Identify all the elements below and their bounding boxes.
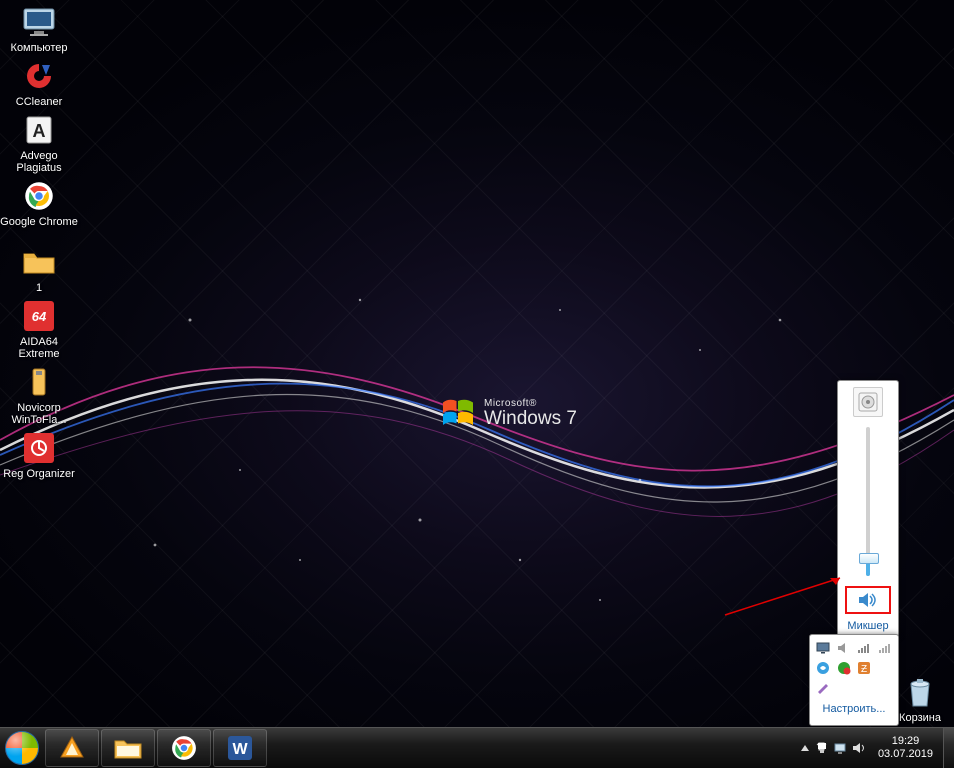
taskbar-app-word[interactable]: W bbox=[213, 729, 267, 767]
taskbar-app-explorer[interactable] bbox=[101, 729, 155, 767]
volume-mixer-link[interactable]: Микшер bbox=[847, 620, 888, 632]
desktop-icon-ccleaner[interactable]: CCleaner bbox=[0, 58, 78, 108]
desktop-icon-regorg[interactable]: Reg Organizer bbox=[0, 430, 78, 480]
tray-network-icon[interactable] bbox=[832, 728, 850, 768]
desktop-icon-chrome[interactable]: Google Chrome bbox=[0, 178, 78, 228]
ccleaner-icon bbox=[21, 58, 57, 94]
wintoflash-icon bbox=[21, 364, 57, 400]
advego-icon: A bbox=[21, 112, 57, 148]
icon-label: Компьютер bbox=[0, 42, 78, 54]
speaker-icon bbox=[858, 592, 878, 608]
icon-label: Advego Plagiatus bbox=[0, 150, 78, 174]
volume-flyout: Микшер bbox=[837, 380, 899, 637]
tray-item-app4[interactable] bbox=[814, 679, 833, 697]
icon-label: CCleaner bbox=[0, 96, 78, 108]
tray-item-volume[interactable] bbox=[835, 639, 854, 657]
volume-slider[interactable] bbox=[866, 427, 870, 576]
chrome-icon bbox=[21, 178, 57, 214]
windows-orb-icon bbox=[5, 731, 39, 765]
desktop-icon-advego[interactable]: A Advego Plagiatus bbox=[0, 112, 78, 174]
show-desktop-button[interactable] bbox=[943, 728, 954, 768]
clock-date: 03.07.2019 bbox=[878, 748, 933, 761]
tray-item-signal[interactable] bbox=[876, 639, 895, 657]
computer-icon bbox=[21, 4, 57, 40]
taskbar-clock[interactable]: 19:29 03.07.2019 bbox=[868, 735, 943, 761]
svg-text:Ƶ: Ƶ bbox=[861, 664, 867, 675]
tray-volume-icon[interactable] bbox=[850, 728, 868, 768]
icon-label: 1 bbox=[0, 282, 78, 294]
desktop-icon-folder1[interactable]: 1 bbox=[0, 244, 78, 294]
icon-label: Корзина bbox=[890, 712, 950, 724]
icon-label: Google Chrome bbox=[0, 216, 78, 228]
volume-thumb[interactable] bbox=[859, 553, 879, 564]
tray-item-monitor[interactable] bbox=[814, 639, 833, 657]
taskbar: W 19:29 03.07.2019 bbox=[0, 727, 954, 768]
desktop-icon-aida64[interactable]: 64 AIDA64 Extreme bbox=[0, 298, 78, 360]
tray-configure-link[interactable]: Настроить... bbox=[814, 703, 894, 715]
tray-item-app3[interactable]: Ƶ bbox=[855, 659, 874, 677]
desktop-icon-computer[interactable]: Компьютер bbox=[0, 4, 78, 54]
tray-overflow-button[interactable] bbox=[796, 728, 814, 768]
svg-text:W: W bbox=[232, 741, 248, 758]
icon-label: AIDA64 Extreme bbox=[0, 336, 78, 360]
system-tray: 19:29 03.07.2019 bbox=[796, 728, 954, 768]
volume-mute-button[interactable] bbox=[845, 586, 891, 614]
tray-item-app2[interactable] bbox=[835, 659, 854, 677]
wallpaper-wave bbox=[0, 0, 954, 728]
start-button[interactable] bbox=[0, 728, 44, 768]
wallpaper-brand-large: Windows 7 bbox=[484, 409, 577, 428]
regorganizer-icon bbox=[21, 430, 57, 466]
tray-action-center-icon[interactable] bbox=[814, 728, 832, 768]
wallpaper-logo: Microsoft® Windows 7 bbox=[440, 395, 577, 431]
tray-overflow-panel: Ƶ Настроить... bbox=[809, 634, 899, 726]
folder-icon bbox=[21, 244, 57, 280]
taskbar-app-aimp[interactable] bbox=[45, 729, 99, 767]
aida64-icon: 64 bbox=[21, 298, 57, 334]
icon-label: Reg Organizer bbox=[0, 468, 78, 480]
desktop-icon-recycle-bin[interactable]: Корзина bbox=[890, 674, 950, 724]
recycle-bin-icon bbox=[902, 674, 938, 710]
clock-time: 19:29 bbox=[878, 735, 933, 748]
taskbar-app-chrome[interactable] bbox=[157, 729, 211, 767]
icon-label: Novicorp WinToFla... bbox=[0, 402, 78, 426]
volume-device-icon[interactable] bbox=[853, 387, 883, 417]
svg-text:64: 64 bbox=[32, 309, 47, 324]
desktop-icon-novicorp[interactable]: Novicorp WinToFla... bbox=[0, 364, 78, 426]
tray-item-app1[interactable] bbox=[814, 659, 833, 677]
svg-text:A: A bbox=[33, 121, 46, 141]
tray-item-network[interactable] bbox=[855, 639, 874, 657]
desktop[interactable]: Microsoft® Windows 7 Компьютер CCleaner … bbox=[0, 0, 954, 728]
annotation-arrow bbox=[720, 570, 850, 620]
